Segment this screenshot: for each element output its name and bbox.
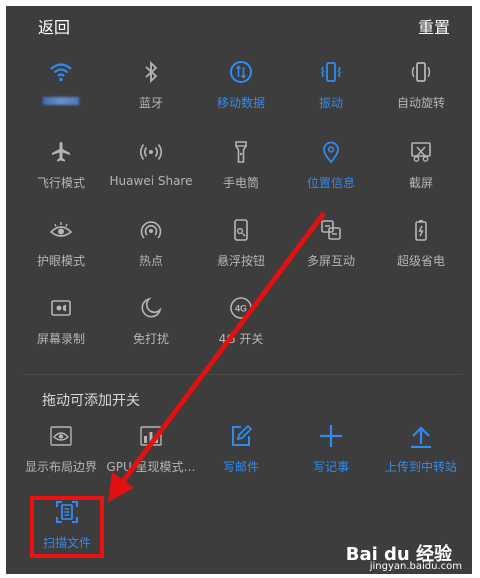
watermark-url: jingyan.baidu.com xyxy=(369,561,462,572)
quick-settings-editor: 返回 重置 蓝牙 移动数据 振动 自动旋转 飞行模式 Huawei Share … xyxy=(6,6,472,574)
annotation-arrow xyxy=(108,211,327,502)
